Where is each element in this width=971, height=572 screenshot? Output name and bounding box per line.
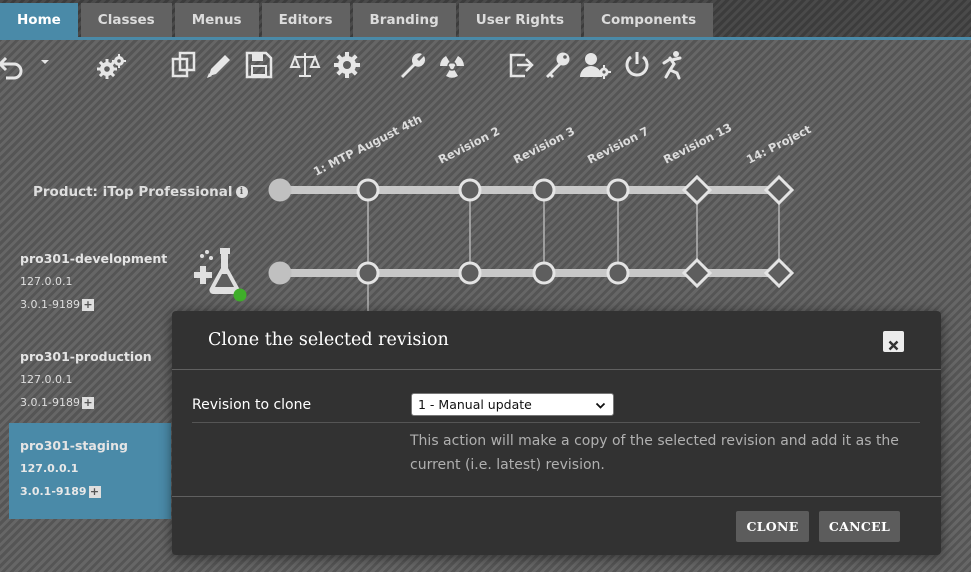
product-origin-node: [268, 178, 292, 202]
instance-name: pro301-production: [20, 349, 152, 364]
tab-branding[interactable]: Branding: [352, 3, 456, 37]
instance-host: 127.0.0.1: [20, 275, 73, 288]
chevron-down-icon: [595, 399, 606, 410]
dialog-title: Clone the selected revision: [208, 330, 449, 350]
instance-production[interactable]: pro301-production 127.0.0.1 3.0.1-9189 +: [9, 336, 171, 424]
instance-version: 3.0.1-9189 +: [20, 480, 160, 503]
instance-version-text: 3.0.1-9189: [20, 396, 80, 409]
radiation-icon[interactable]: [436, 49, 468, 81]
instance-development[interactable]: pro301-development 127.0.0.1 3.0.1-9189 +: [9, 238, 171, 326]
revision-node-3[interactable]: [532, 178, 556, 202]
revision-node-1[interactable]: [356, 178, 380, 202]
product-name: Product: iTop Professional: [33, 184, 233, 200]
revision-node-7[interactable]: [606, 178, 630, 202]
development-node-7[interactable]: [606, 261, 630, 285]
product-label: Product: iTop Professional i: [33, 182, 248, 202]
wrench-icon[interactable]: [396, 49, 428, 81]
instance-staging[interactable]: pro301-staging 127.0.0.1 3.0.1-9189 +: [9, 423, 171, 519]
copy-icon[interactable]: [168, 49, 200, 81]
instance-version-text: 3.0.1-9189: [20, 485, 87, 498]
instance-host: 127.0.0.1: [20, 373, 73, 386]
gears-icon[interactable]: [96, 49, 128, 81]
close-icon: [888, 336, 899, 351]
undo-icon[interactable]: [0, 49, 28, 81]
development-node-14[interactable]: [763, 257, 795, 289]
tab-home[interactable]: Home: [0, 3, 78, 37]
revision-node-13[interactable]: [681, 174, 713, 206]
key-icon[interactable]: [541, 49, 573, 81]
development-node-3[interactable]: [532, 261, 556, 285]
tab-underline: [0, 37, 971, 40]
tab-editors[interactable]: Editors: [261, 3, 350, 37]
power-icon[interactable]: [621, 49, 653, 81]
help-text: This action will make a copy of the sele…: [410, 433, 899, 473]
lab-flask-icon[interactable]: [192, 244, 248, 302]
dialog-header-divider: [172, 369, 941, 370]
development-node-1[interactable]: [356, 261, 380, 285]
runner-icon[interactable]: [656, 49, 688, 81]
revision-label-2: Revision 2: [436, 124, 502, 167]
instance-version: 3.0.1-9189 +: [20, 293, 160, 316]
revision-label-1: 1: MTP August 4th: [311, 112, 424, 179]
instance-name: pro301-staging: [20, 438, 128, 453]
edit-pen-icon[interactable]: [203, 49, 235, 81]
clone-button[interactable]: CLONE: [736, 511, 809, 542]
revision-label-3: Revision 3: [511, 124, 577, 167]
info-icon[interactable]: i: [235, 186, 248, 198]
expand-plus-icon[interactable]: +: [81, 298, 94, 311]
revision-node-2[interactable]: [458, 178, 482, 202]
instance-host: 127.0.0.1: [20, 462, 79, 475]
development-origin-node: [268, 261, 292, 285]
save-icon[interactable]: [243, 49, 275, 81]
close-button[interactable]: [883, 331, 904, 352]
development-node-2[interactable]: [458, 261, 482, 285]
scales-icon[interactable]: [289, 49, 321, 81]
revision-label-7: Revision 7: [585, 124, 651, 167]
revision-node-14[interactable]: [763, 174, 795, 206]
field-divider: [192, 422, 920, 423]
revision-label-14: 14: Project: [744, 122, 814, 167]
instance-version: 3.0.1-9189 +: [20, 391, 160, 414]
gear-icon[interactable]: [331, 49, 363, 81]
tab-bar: Home Classes Menus Editors Branding User…: [0, 0, 971, 40]
cancel-button[interactable]: CANCEL: [819, 511, 900, 542]
revision-label-13: Revision 13: [661, 120, 734, 167]
revision-select-value: 1 - Manual update: [418, 397, 532, 412]
revision-to-clone-label: Revision to clone: [192, 397, 312, 413]
revision-select[interactable]: 1 - Manual update: [411, 393, 614, 416]
instance-version-text: 3.0.1-9189: [20, 298, 80, 311]
user-settings-icon[interactable]: [579, 49, 611, 81]
tab-components[interactable]: Components: [584, 3, 714, 37]
dialog-footer-divider: [172, 496, 941, 497]
instance-name: pro301-development: [20, 251, 168, 266]
status-green-dot: [233, 288, 247, 302]
clone-revision-dialog: Clone the selected revision Revision to …: [172, 311, 941, 555]
dropdown-arrow-icon[interactable]: [37, 49, 53, 81]
export-icon[interactable]: [505, 49, 537, 81]
tab-user-rights[interactable]: User Rights: [458, 3, 582, 37]
tab-menus[interactable]: Menus: [174, 3, 259, 37]
expand-plus-icon[interactable]: +: [81, 396, 94, 409]
development-node-13[interactable]: [681, 257, 713, 289]
tabs: Home Classes Menus Editors Branding User…: [0, 3, 716, 37]
tab-classes[interactable]: Classes: [80, 3, 172, 37]
expand-plus-icon[interactable]: +: [88, 485, 101, 498]
